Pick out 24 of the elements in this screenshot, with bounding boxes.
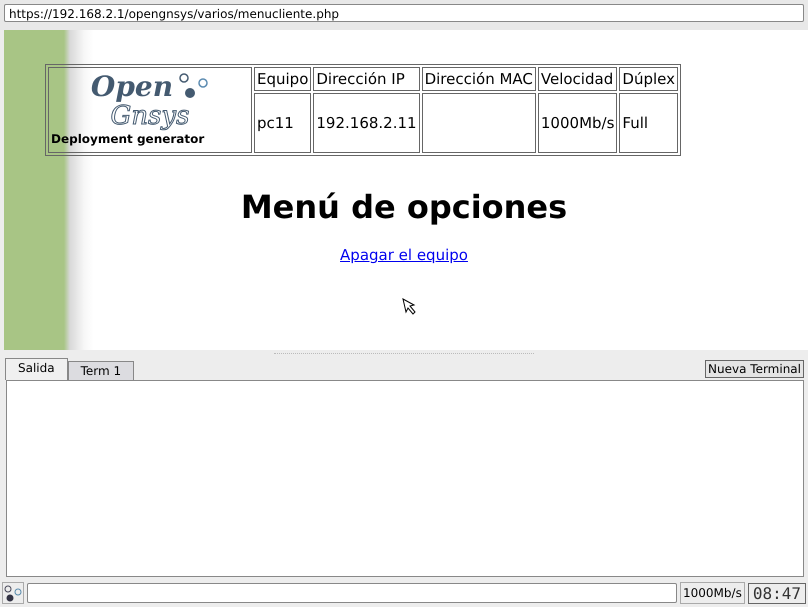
speed-label: 1000Mb/s: [680, 582, 745, 604]
clock: 08:47: [748, 582, 806, 604]
table-cell: pc11: [254, 93, 312, 153]
new-terminal-button[interactable]: Nueva Terminal: [705, 360, 804, 378]
table-cell: 192.168.2.11: [313, 93, 420, 153]
message-field[interactable]: [27, 583, 678, 603]
column-header: Dúplex: [619, 67, 678, 91]
logo-text: Open: [90, 72, 174, 102]
column-header: Dirección IP: [313, 67, 420, 91]
column-header: Equipo: [254, 67, 312, 91]
column-header: Dirección MAC: [422, 67, 536, 91]
table-cell: Full: [619, 93, 678, 153]
logo-text: Gnsys: [110, 102, 190, 130]
link[interactable]: Apagar el equipo: [340, 246, 468, 264]
column-header: Velocidad: [538, 67, 618, 91]
page-title: Menú de opciones: [240, 188, 568, 226]
table-cell: 1000Mb/s: [538, 93, 618, 153]
logo-tagline: Deployment generator: [50, 131, 204, 148]
dots-icon: [2, 582, 24, 604]
tab[interactable]: Term 1: [68, 361, 134, 380]
tab[interactable]: Salida: [5, 358, 68, 380]
mouse-pointer-icon: [402, 298, 416, 316]
address-field[interactable]: https://192.168.2.1/opengnsys/varios/menucliente.php: [4, 4, 804, 22]
dots-icon: [177, 72, 210, 100]
